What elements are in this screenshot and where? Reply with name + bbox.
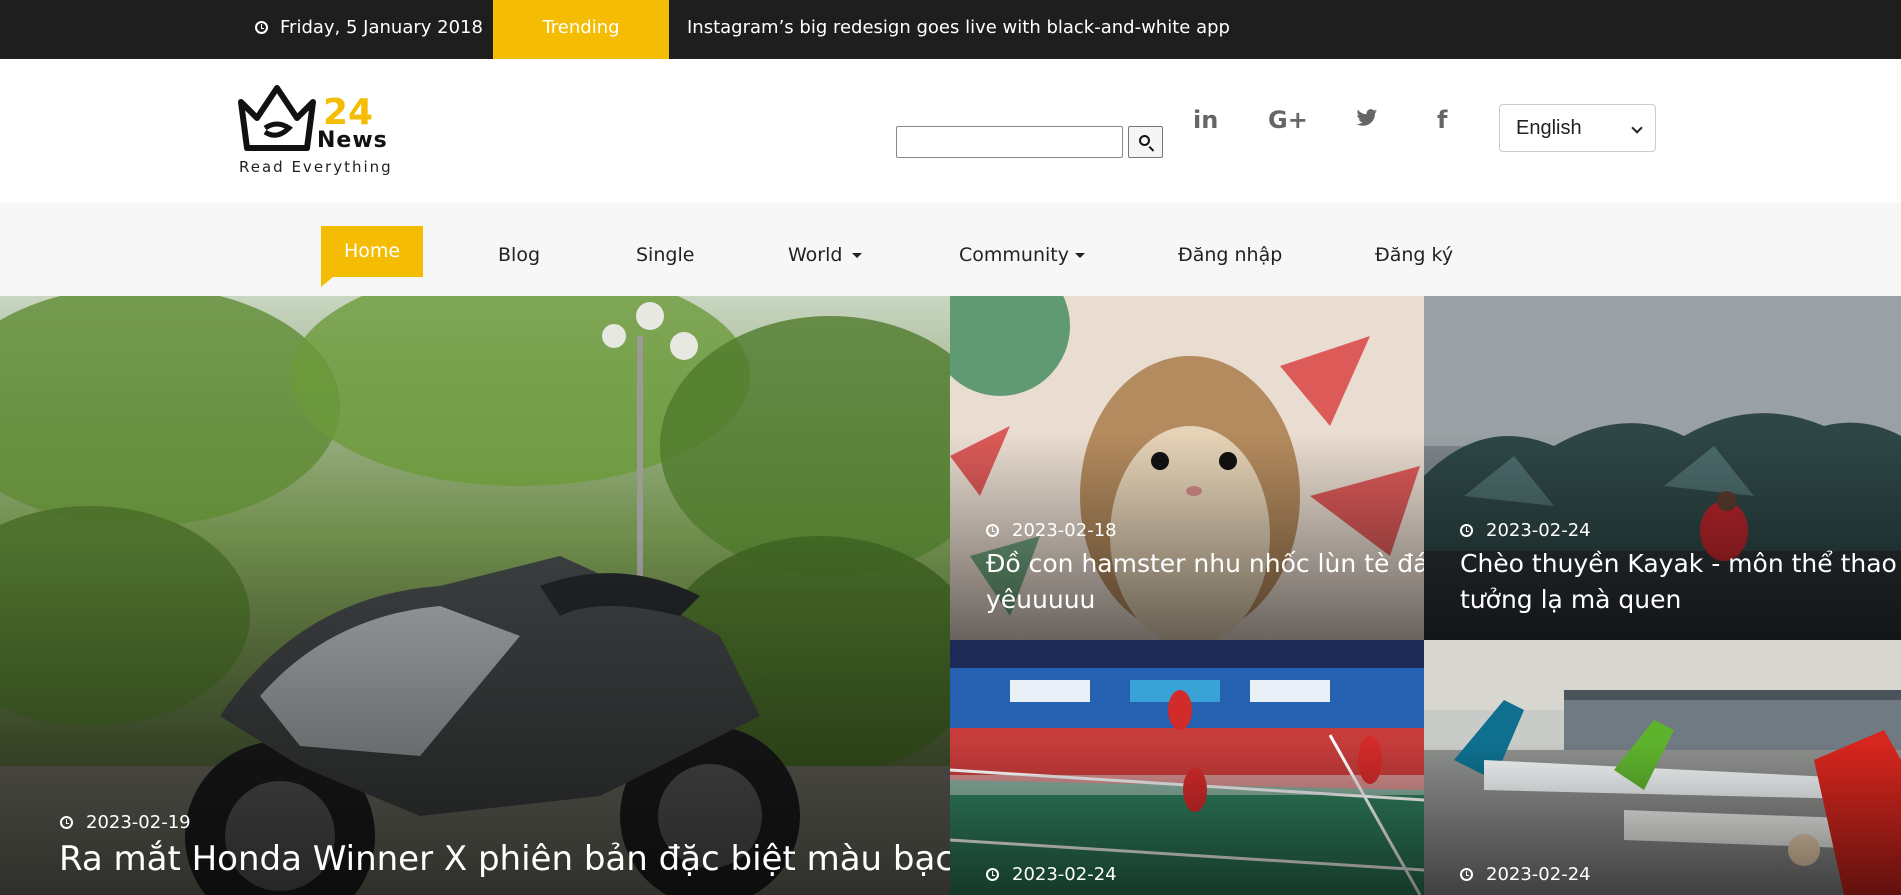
nav-item-world-label: World	[788, 244, 843, 266]
language-selected: English	[1516, 117, 1582, 139]
trending-headline[interactable]: Instagram’s big redesign goes live with …	[687, 17, 1230, 38]
article-card[interactable]: 2023-02-24	[1424, 640, 1901, 895]
article-date-text: 2023-02-19	[86, 812, 191, 833]
clock-icon	[255, 21, 268, 34]
crown-logo-icon	[238, 85, 316, 151]
featured-main-article[interactable]: 2023-02-19 Ra mắt Honda Winner X phiên b…	[0, 296, 950, 895]
logo-word: News	[317, 128, 388, 153]
article-date-text: 2023-02-24	[1486, 520, 1591, 541]
caret-down-icon	[852, 253, 863, 258]
caret-down-icon	[1074, 253, 1085, 258]
current-date-text: Friday, 5 January 2018	[280, 17, 483, 38]
nav-item-community-label: Community	[959, 244, 1069, 266]
linkedin-icon[interactable]: in	[1193, 106, 1218, 134]
site-logo[interactable]: 24 News Read Everything	[235, 82, 405, 182]
article-title[interactable]: Ra mắt Honda Winner X phiên bản đặc biệt…	[59, 839, 950, 879]
current-date: Friday, 5 January 2018	[255, 17, 483, 38]
article-date: 2023-02-24	[1460, 520, 1591, 541]
article-title-line: Chèo thuyền Kayak - môn thể thao	[1460, 549, 1897, 578]
clock-icon	[986, 524, 999, 537]
article-date: 2023-02-24	[1460, 864, 1591, 885]
search-icon	[1139, 135, 1150, 146]
clock-icon	[1460, 524, 1473, 537]
logo-number: 24	[323, 92, 374, 133]
article-title[interactable]: Đồ con hamster nhu nhốc lùn tè đáng yêuu…	[986, 546, 1424, 618]
article-title-line: tưởng lạ mà quen	[1460, 585, 1682, 614]
main-nav	[0, 203, 1901, 296]
nav-item-register[interactable]: Đăng ký	[1375, 244, 1453, 266]
article-date-text: 2023-02-18	[1012, 520, 1117, 541]
trending-label: Trending	[493, 0, 669, 59]
search-button[interactable]	[1128, 126, 1163, 158]
nav-item-home[interactable]: Home	[321, 226, 423, 277]
article-card[interactable]: 2023-02-24	[950, 640, 1424, 895]
article-date: 2023-02-18	[986, 520, 1117, 541]
facebook-icon[interactable]: f	[1437, 106, 1447, 134]
article-date-text: 2023-02-24	[1486, 864, 1591, 885]
nav-item-login[interactable]: Đăng nhập	[1178, 244, 1282, 266]
nav-item-world[interactable]: World	[788, 244, 863, 266]
top-bar: Friday, 5 January 2018 Instagram’s big r…	[0, 0, 1901, 59]
article-title-line: yêuuuuu	[986, 585, 1096, 614]
language-select[interactable]: English	[1499, 104, 1656, 152]
nav-item-single[interactable]: Single	[636, 244, 694, 266]
google-plus-icon[interactable]: G+	[1268, 106, 1308, 134]
twitter-icon[interactable]	[1356, 106, 1378, 134]
clock-icon	[60, 816, 73, 829]
search-input[interactable]	[896, 126, 1123, 158]
article-date: 2023-02-19	[60, 812, 191, 833]
article-title-line: Đồ con hamster nhu nhốc lùn tè đáng	[986, 549, 1424, 578]
chevron-down-icon	[1631, 122, 1643, 134]
clock-icon	[986, 868, 999, 881]
nav-item-blog[interactable]: Blog	[498, 244, 540, 266]
nav-item-community[interactable]: Community	[959, 244, 1085, 266]
article-title[interactable]: Chèo thuyền Kayak - môn thể thao tưởng l…	[1460, 546, 1897, 618]
logo-tagline: Read Everything	[239, 158, 393, 176]
article-date: 2023-02-24	[986, 864, 1117, 885]
article-date-text: 2023-02-24	[1012, 864, 1117, 885]
nav-home-tail	[321, 277, 333, 287]
article-card[interactable]: 2023-02-24 Chèo thuyền Kayak - môn thể t…	[1424, 296, 1901, 640]
clock-icon	[1460, 868, 1473, 881]
article-card[interactable]: 2023-02-18 Đồ con hamster nhu nhốc lùn t…	[950, 296, 1424, 640]
